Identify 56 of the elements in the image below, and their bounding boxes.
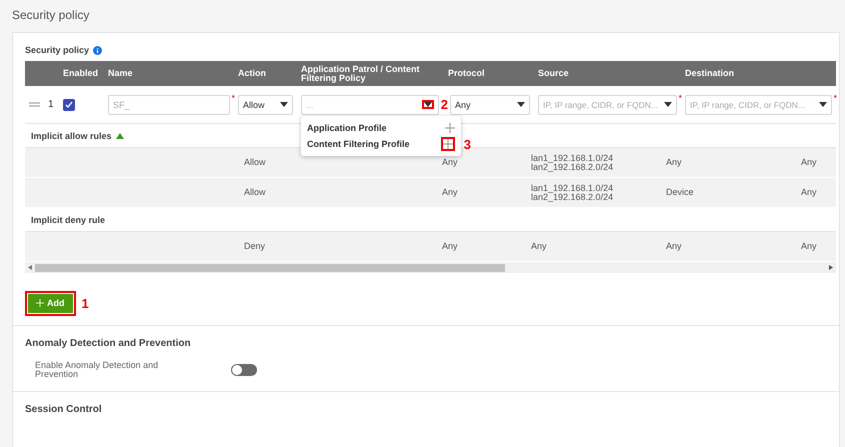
scroll-left-icon[interactable] (28, 265, 32, 270)
table-cell-text: Any (666, 242, 683, 251)
callout-number: 3 (464, 136, 471, 152)
table-cell-text: Any (666, 158, 683, 167)
column-header: Name (107, 69, 134, 78)
caret-icon (664, 102, 672, 107)
column-header: Application Patrol / Content Filtering Policy (300, 64, 420, 82)
triangle-icon[interactable] (116, 132, 124, 138)
column-header: Destination (684, 69, 736, 78)
table-cell-text: Any (801, 242, 818, 251)
table-cell-text: Allow (244, 158, 267, 167)
column-header: Protocol (447, 69, 486, 78)
menu-item[interactable]: Application Profile (307, 123, 387, 133)
name-field[interactable]: SF_ (108, 94, 230, 114)
drag-handle-icon[interactable] (29, 102, 40, 107)
table-cell-text: Deny (244, 242, 266, 251)
table-cell-text: Any (801, 188, 818, 197)
required-mark: * (833, 92, 837, 102)
table-cell-text: Device (666, 188, 695, 197)
toggle-label: Enable Anomaly Detection and Prevention (35, 361, 160, 379)
table-cell-text: Any (801, 158, 818, 167)
table-cell-text: Any (442, 188, 459, 197)
caret-icon (819, 102, 827, 107)
section-title: Session Control (25, 403, 103, 417)
section-title: Anomaly Detection and Prevention (25, 337, 192, 351)
callout-number: 1 (82, 296, 89, 310)
table-cell-text: Allow (244, 188, 267, 197)
required-mark: * (231, 92, 235, 102)
action-select[interactable]: Allow (238, 94, 293, 114)
info-icon[interactable] (93, 46, 102, 54)
caret-icon (280, 102, 288, 107)
table-cell-text: lan1_192.168.1.0/24 lan2_192.168.2.0/24 (531, 184, 614, 202)
add-button[interactable]: Add (28, 294, 72, 312)
table-cell-text: Any (442, 242, 459, 251)
column-header: Action (237, 69, 267, 78)
card-title: Security policy (25, 45, 90, 55)
horizontal-scrollbar[interactable] (25, 262, 836, 273)
required-mark: * (678, 92, 682, 102)
caret-icon (424, 102, 432, 107)
page-title: Security policy (12, 7, 90, 24)
caret-icon (517, 102, 525, 107)
table-cell-text: lan1_192.168.1.0/24 lan2_192.168.2.0/24 (531, 154, 614, 172)
callout-number: 2 (440, 98, 448, 111)
enabled-checkbox[interactable] (63, 98, 75, 110)
plus-icon[interactable] (445, 123, 455, 133)
scroll-right-icon[interactable] (829, 265, 833, 270)
table-cell-text: Any (531, 242, 548, 251)
anomaly-toggle[interactable] (231, 364, 257, 376)
table-cell-text: Any (442, 158, 459, 167)
group-label: Implicit allow rules (31, 130, 112, 140)
menu-item[interactable]: Content Filtering Profile (307, 139, 410, 149)
row-number: 1 (48, 99, 54, 110)
protocol-select[interactable]: Any (450, 94, 530, 114)
group-label: Implicit deny rule (31, 214, 106, 224)
column-header: Source (537, 69, 570, 78)
column-header: Enabled (62, 69, 100, 78)
